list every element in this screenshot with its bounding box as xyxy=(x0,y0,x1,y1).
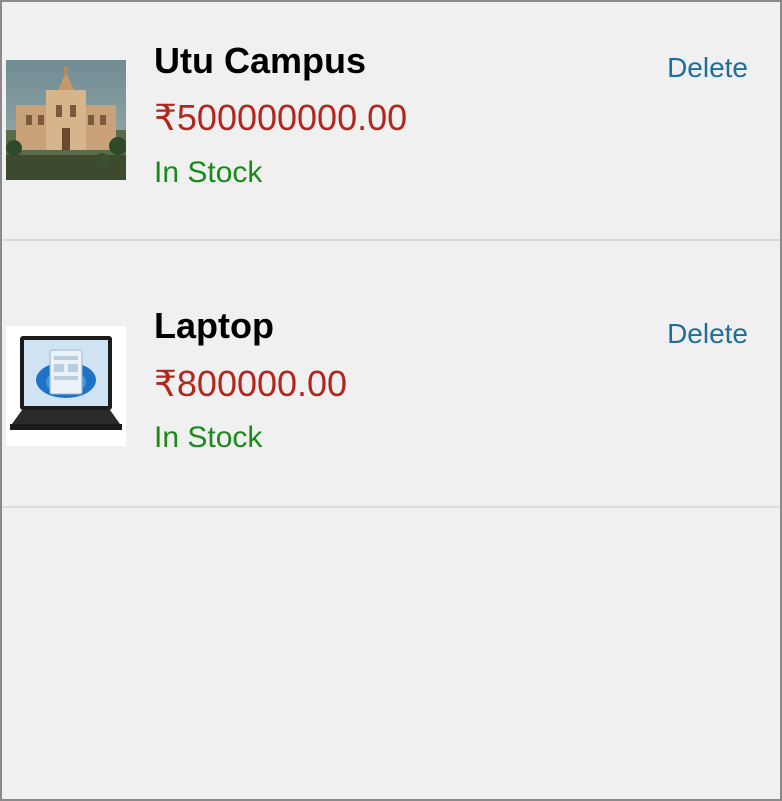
product-price: ₹500000000.00 xyxy=(154,97,408,138)
cart-panel: Utu Campus ₹500000000.00 In Stock Delete… xyxy=(0,0,782,801)
list-item: Laptop ₹800000.00 In Stock Delete xyxy=(2,241,780,508)
campus-building-image xyxy=(6,60,126,180)
stock-status: In Stock xyxy=(154,156,263,189)
list-item: Utu Campus ₹500000000.00 In Stock Delete xyxy=(2,2,780,241)
product-name: Laptop xyxy=(154,305,274,346)
delete-button[interactable]: Delete xyxy=(667,318,748,350)
product-name: Utu Campus xyxy=(154,40,367,81)
laptop-image xyxy=(6,326,126,446)
delete-button[interactable]: Delete xyxy=(667,52,748,84)
stock-status: In Stock xyxy=(154,421,263,454)
product-price: ₹800000.00 xyxy=(154,363,348,404)
